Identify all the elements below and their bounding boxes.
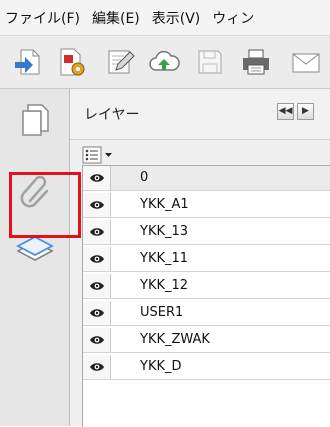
layer-row[interactable]: 0 xyxy=(83,166,330,191)
layer-row[interactable]: YKK_A1 xyxy=(83,193,330,218)
next-button[interactable]: ▶ xyxy=(297,103,314,120)
layer-name: YKK_ZWAK xyxy=(140,332,210,347)
options-menu-button[interactable] xyxy=(82,146,118,164)
eye-icon[interactable] xyxy=(83,355,111,379)
layer-row[interactable]: USER1 xyxy=(83,301,330,326)
layer-name: 0 xyxy=(140,170,149,185)
layer-name: YKK_11 xyxy=(140,251,189,266)
layer-name: YKK_12 xyxy=(140,278,189,293)
print-icon[interactable] xyxy=(240,46,272,78)
menu-view[interactable]: 表示(V) xyxy=(147,8,208,28)
layer-row[interactable]: YKK_13 xyxy=(83,220,330,245)
collapse-left-button[interactable]: ◀◀ xyxy=(277,103,294,120)
menu-bar: ファイル(F) 編集(E) 表示(V) ウィン xyxy=(0,0,330,36)
eye-icon[interactable] xyxy=(83,301,111,325)
layer-row[interactable]: YKK_ZWAK xyxy=(83,328,330,353)
eye-icon[interactable] xyxy=(83,220,111,244)
edit-icon[interactable] xyxy=(104,46,136,78)
eye-icon[interactable] xyxy=(83,193,111,217)
layer-row[interactable]: YKK_12 xyxy=(83,274,330,299)
layer-row[interactable]: YKK_11 xyxy=(83,247,330,272)
menu-edit[interactable]: 編集(E) xyxy=(87,8,147,28)
pages-icon[interactable] xyxy=(8,93,62,147)
layer-name: YKK_13 xyxy=(140,224,189,239)
layer-row[interactable]: YKK_D xyxy=(83,355,330,380)
save-icon[interactable] xyxy=(194,46,226,78)
panel-header: レイヤー ◀◀ ▶ xyxy=(70,89,330,140)
toolbar xyxy=(0,36,330,89)
open-file-icon[interactable] xyxy=(12,46,44,78)
panel-title: レイヤー xyxy=(84,107,140,123)
layers-panel: レイヤー ◀◀ ▶ ▲ 0 YKK_A1 xyxy=(70,89,330,427)
highlight-box xyxy=(9,172,81,238)
menu-file[interactable]: ファイル(F) xyxy=(0,8,87,28)
eye-icon[interactable] xyxy=(83,166,111,190)
email-icon[interactable] xyxy=(290,46,322,78)
create-pdf-icon[interactable] xyxy=(56,46,88,78)
eye-icon[interactable] xyxy=(83,274,111,298)
cloud-upload-icon[interactable] xyxy=(148,46,180,78)
layer-list: ▲ 0 YKK_A1 YKK_13 YKK_11 xyxy=(82,165,330,427)
layer-name: YKK_D xyxy=(140,359,182,374)
navigation-panel xyxy=(0,89,70,426)
layer-name: YKK_A1 xyxy=(140,197,189,212)
eye-icon[interactable] xyxy=(83,247,111,271)
eye-icon[interactable] xyxy=(83,328,111,352)
menu-window[interactable]: ウィン xyxy=(207,8,261,28)
layer-name: USER1 xyxy=(140,305,184,320)
